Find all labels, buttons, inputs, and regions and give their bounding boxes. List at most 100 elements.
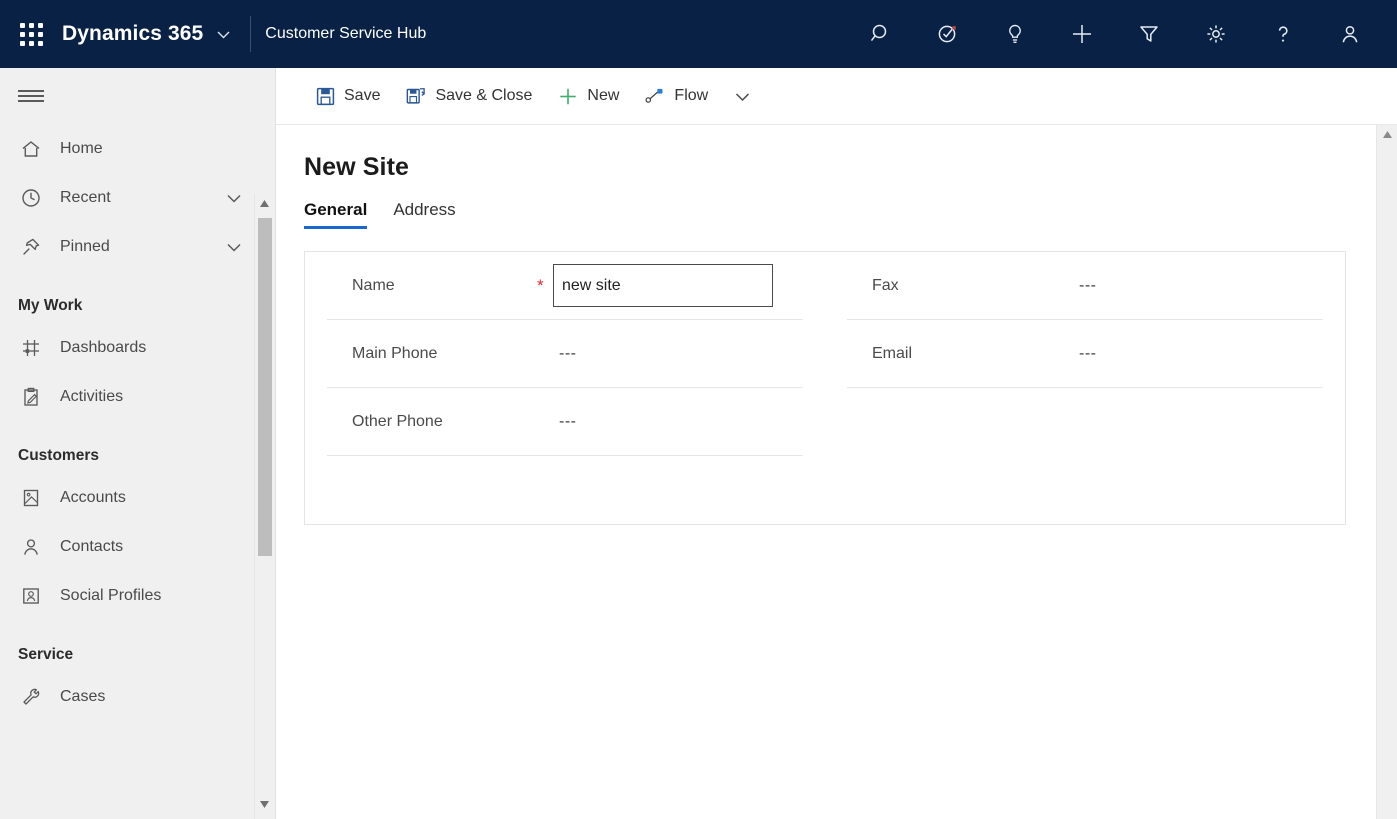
dashboard-icon (18, 335, 44, 361)
sitemap-toggle-button[interactable] (0, 68, 275, 124)
sidebar-item-social-profiles[interactable]: Social Profiles (0, 571, 247, 620)
scroll-down-arrow-icon[interactable] (255, 795, 274, 813)
page-title: New Site (276, 125, 1376, 182)
sidebar-item-pinned[interactable]: Pinned (0, 222, 247, 271)
sidebar-item-dashboards[interactable]: Dashboards (0, 323, 247, 372)
sidebar-group-service: Service (0, 620, 247, 672)
sidebar-item-activities[interactable]: Activities (0, 372, 247, 421)
flow-icon (645, 87, 665, 105)
gear-icon[interactable] (1182, 0, 1249, 68)
user-icon[interactable] (1316, 0, 1383, 68)
other-phone-value[interactable]: --- (553, 413, 576, 431)
top-navigation-bar: Dynamics 365 Customer Service Hub (0, 0, 1397, 68)
lightbulb-icon[interactable] (981, 0, 1048, 68)
sidebar-item-label: Dashboards (60, 339, 247, 357)
email-value[interactable]: --- (1073, 345, 1096, 363)
save-and-close-icon (406, 86, 426, 106)
field-label: Other Phone (327, 413, 537, 431)
field-email: Email --- (847, 320, 1323, 388)
contact-icon (18, 534, 44, 560)
command-overflow-chevron-down-icon[interactable] (721, 68, 764, 125)
field-main-phone: Main Phone --- (327, 320, 803, 388)
field-fax: Fax --- (847, 252, 1323, 320)
field-other-phone: Other Phone --- (327, 388, 803, 456)
help-icon[interactable] (1249, 0, 1316, 68)
case-icon (18, 684, 44, 710)
sidebar-scroll-region: Home Recent Pinned (0, 124, 275, 819)
main-region: Save Save & Close New (276, 68, 1397, 819)
sidebar-scrollbar[interactable] (254, 194, 274, 819)
new-button[interactable]: New (545, 68, 632, 125)
scroll-up-arrow-icon[interactable] (255, 194, 274, 212)
field-label: Name (327, 277, 537, 295)
sidebar-item-contacts[interactable]: Contacts (0, 522, 247, 571)
sidebar-item-accounts[interactable]: Accounts (0, 473, 247, 522)
form-column-right-spacer (847, 388, 1323, 456)
accounts-icon (18, 485, 44, 511)
save-label: Save (344, 87, 380, 105)
app-launcher-button[interactable] (0, 23, 62, 46)
required-marker: * (537, 277, 553, 294)
flow-label: Flow (674, 87, 708, 105)
sidebar-item-label: Social Profiles (60, 587, 247, 605)
sidebar-item-label: Accounts (60, 489, 247, 507)
assistant-icon[interactable] (914, 0, 981, 68)
app-body: Home Recent Pinned (0, 68, 1397, 819)
plus-icon[interactable] (1048, 0, 1115, 68)
save-icon (315, 87, 335, 106)
fax-value[interactable]: --- (1073, 277, 1096, 295)
tab-general[interactable]: General (304, 200, 367, 229)
tab-address[interactable]: Address (393, 200, 455, 229)
sidebar-item-label: Pinned (60, 238, 221, 256)
form-column-left: Name * Main Phone --- (305, 252, 825, 524)
field-label: Email (847, 345, 1057, 363)
sidebar-item-recent[interactable]: Recent (0, 173, 247, 222)
save-and-close-label: Save & Close (435, 87, 532, 105)
main-phone-value[interactable]: --- (553, 345, 576, 363)
header-icon-group (847, 0, 1397, 68)
form-tabs: General Address (276, 182, 1376, 229)
command-bar: Save Save & Close New (276, 68, 1397, 125)
scroll-up-arrow-icon[interactable] (1377, 125, 1397, 143)
field-label: Main Phone (327, 345, 537, 363)
form-column-left-spacer (327, 456, 803, 524)
form-scroll-region: New Site General Address Name * (276, 125, 1376, 819)
dynamics-365-window: Dynamics 365 Customer Service Hub (0, 0, 1397, 819)
header-divider (250, 16, 251, 52)
form-section-card: Name * Main Phone --- (304, 251, 1346, 525)
home-icon (18, 136, 44, 162)
sidebar-item-label: Contacts (60, 538, 247, 556)
waffle-icon (20, 23, 43, 46)
sidebar-item-home[interactable]: Home (0, 124, 247, 173)
social-profile-icon (18, 583, 44, 609)
chevron-down-icon[interactable] (221, 237, 247, 257)
field-label: Fax (847, 277, 1057, 295)
filter-icon[interactable] (1115, 0, 1182, 68)
sidebar-item-label: Cases (60, 688, 247, 706)
hamburger-icon (18, 87, 44, 105)
sidebar-scrollbar-thumb[interactable] (258, 218, 272, 556)
sidebar-group-my-work: My Work (0, 271, 247, 323)
save-button[interactable]: Save (302, 68, 393, 125)
clock-icon (18, 185, 44, 211)
name-input[interactable] (553, 264, 773, 307)
form-column-right-spacer-2 (847, 456, 1323, 524)
name-input-wrapper (553, 264, 773, 307)
brand-chevron-down-icon[interactable] (215, 26, 232, 43)
sidebar-item-label: Home (60, 140, 247, 158)
form-column-right: Fax --- Email --- (825, 252, 1345, 524)
chevron-down-icon[interactable] (221, 188, 247, 208)
plus-icon (558, 86, 578, 107)
search-icon[interactable] (847, 0, 914, 68)
main-scrollbar[interactable] (1376, 125, 1397, 819)
brand-title[interactable]: Dynamics 365 (62, 22, 213, 46)
app-name-label[interactable]: Customer Service Hub (265, 25, 426, 43)
sidebar-group-customers: Customers (0, 421, 247, 473)
activities-icon (18, 384, 44, 410)
sitemap-sidebar: Home Recent Pinned (0, 68, 276, 819)
sidebar-item-cases[interactable]: Cases (0, 672, 247, 721)
pin-icon (18, 234, 44, 260)
new-label: New (587, 87, 619, 105)
save-and-close-button[interactable]: Save & Close (393, 68, 545, 125)
flow-button[interactable]: Flow (632, 68, 721, 125)
